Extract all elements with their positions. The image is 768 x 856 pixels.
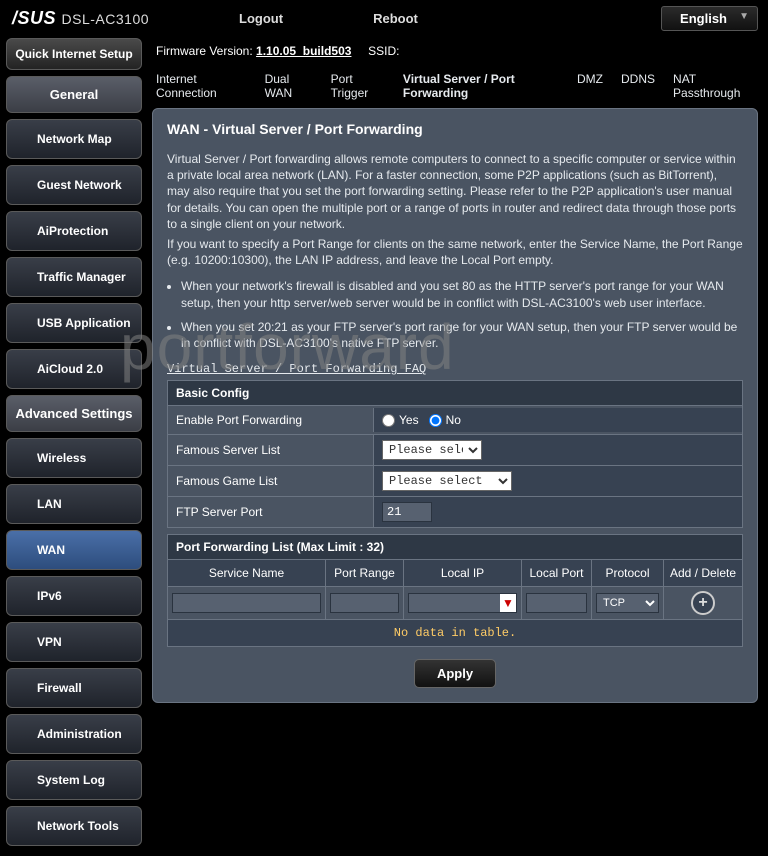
sidebar-item-system-log[interactable]: System Log [6,760,142,800]
local-ip-dropdown-icon[interactable]: ▼ [500,594,516,612]
local-ip-input[interactable] [409,594,500,612]
sidebar-header-advanced: Advanced Settings [6,395,142,432]
pf-list-header: Port Forwarding List (Max Limit : 32) [168,535,742,559]
yes-label: Yes [399,413,419,427]
sidebar-item-vpn[interactable]: VPN [6,622,142,662]
tab-virtual-server[interactable]: Virtual Server / Port Forwarding [403,72,559,100]
sidebar-item-network-tools[interactable]: Network Tools [6,806,142,846]
brand-logo: /SUS DSL-AC3100 [12,8,149,29]
local-port-input[interactable] [526,593,587,613]
service-name-input[interactable] [172,593,321,613]
sidebar-item-ipv6[interactable]: IPv6 [6,576,142,616]
note-bullet-1: When your network's firewall is disabled… [181,278,743,310]
sidebar-header-general: General [6,76,142,113]
sidebar-item-administration[interactable]: Administration [6,714,142,754]
quick-internet-setup-button[interactable]: Quick Internet Setup [6,38,142,70]
col-add-delete: Add / Delete [664,560,742,586]
page-title: WAN - Virtual Server / Port Forwarding [167,121,743,137]
protocol-select[interactable]: TCP [596,593,659,613]
tab-ddns[interactable]: DDNS [621,72,655,100]
no-label: No [446,413,461,427]
col-local-ip: Local IP [404,560,522,586]
tab-port-trigger[interactable]: Port Trigger [331,72,385,100]
tab-dmz[interactable]: DMZ [577,72,603,100]
ftp-port-input[interactable] [382,502,432,522]
logout-link[interactable]: Logout [239,11,283,26]
no-data-message: No data in table. [168,619,742,646]
tab-internet-connection[interactable]: Internet Connection [156,72,247,100]
sidebar-item-usb-application[interactable]: USB Application [6,303,142,343]
enable-pf-no-radio[interactable] [429,414,442,427]
col-protocol: Protocol [592,560,664,586]
famous-game-label: Famous Game List [168,467,373,495]
reboot-link[interactable]: Reboot [373,11,418,26]
sidebar-item-traffic-manager[interactable]: Traffic Manager [6,257,142,297]
enable-pf-yes-radio[interactable] [382,414,395,427]
faq-link[interactable]: Virtual Server / Port Forwarding FAQ [167,362,426,376]
sidebar-item-aiprotection[interactable]: AiProtection [6,211,142,251]
sidebar-item-firewall[interactable]: Firewall [6,668,142,708]
ssid-label: SSID: [368,44,399,58]
port-range-input[interactable] [330,593,399,613]
add-row-button[interactable]: + [691,591,715,615]
firmware-version-link[interactable]: 1.10.05_build503 [256,44,351,58]
col-service-name: Service Name [168,560,326,586]
tab-nat-passthrough[interactable]: NAT Passthrough [673,72,754,100]
famous-game-select[interactable]: Please select [382,471,512,491]
sidebar-item-lan[interactable]: LAN [6,484,142,524]
col-local-port: Local Port [522,560,592,586]
note-bullet-2: When you set 20:21 as your FTP server's … [181,319,743,351]
sidebar-item-network-map[interactable]: Network Map [6,119,142,159]
model-label: DSL-AC3100 [62,11,150,27]
firmware-label: Firmware Version: [156,44,253,58]
tab-dual-wan[interactable]: Dual WAN [265,72,313,100]
ftp-port-label: FTP Server Port [168,498,373,526]
famous-server-label: Famous Server List [168,436,373,464]
enable-pf-label: Enable Port Forwarding [168,406,373,434]
sidebar-item-wan[interactable]: WAN [6,530,142,570]
sidebar-item-guest-network[interactable]: Guest Network [6,165,142,205]
sidebar-item-wireless[interactable]: Wireless [6,438,142,478]
famous-server-select[interactable]: Please select [382,440,482,460]
language-dropdown[interactable]: English [661,6,758,31]
apply-button[interactable]: Apply [414,659,496,688]
intro-para-1: Virtual Server / Port forwarding allows … [167,151,743,232]
basic-config-header: Basic Config [167,380,743,406]
intro-para-2: If you want to specify a Port Range for … [167,236,743,268]
sidebar-item-aicloud[interactable]: AiCloud 2.0 [6,349,142,389]
col-port-range: Port Range [326,560,404,586]
